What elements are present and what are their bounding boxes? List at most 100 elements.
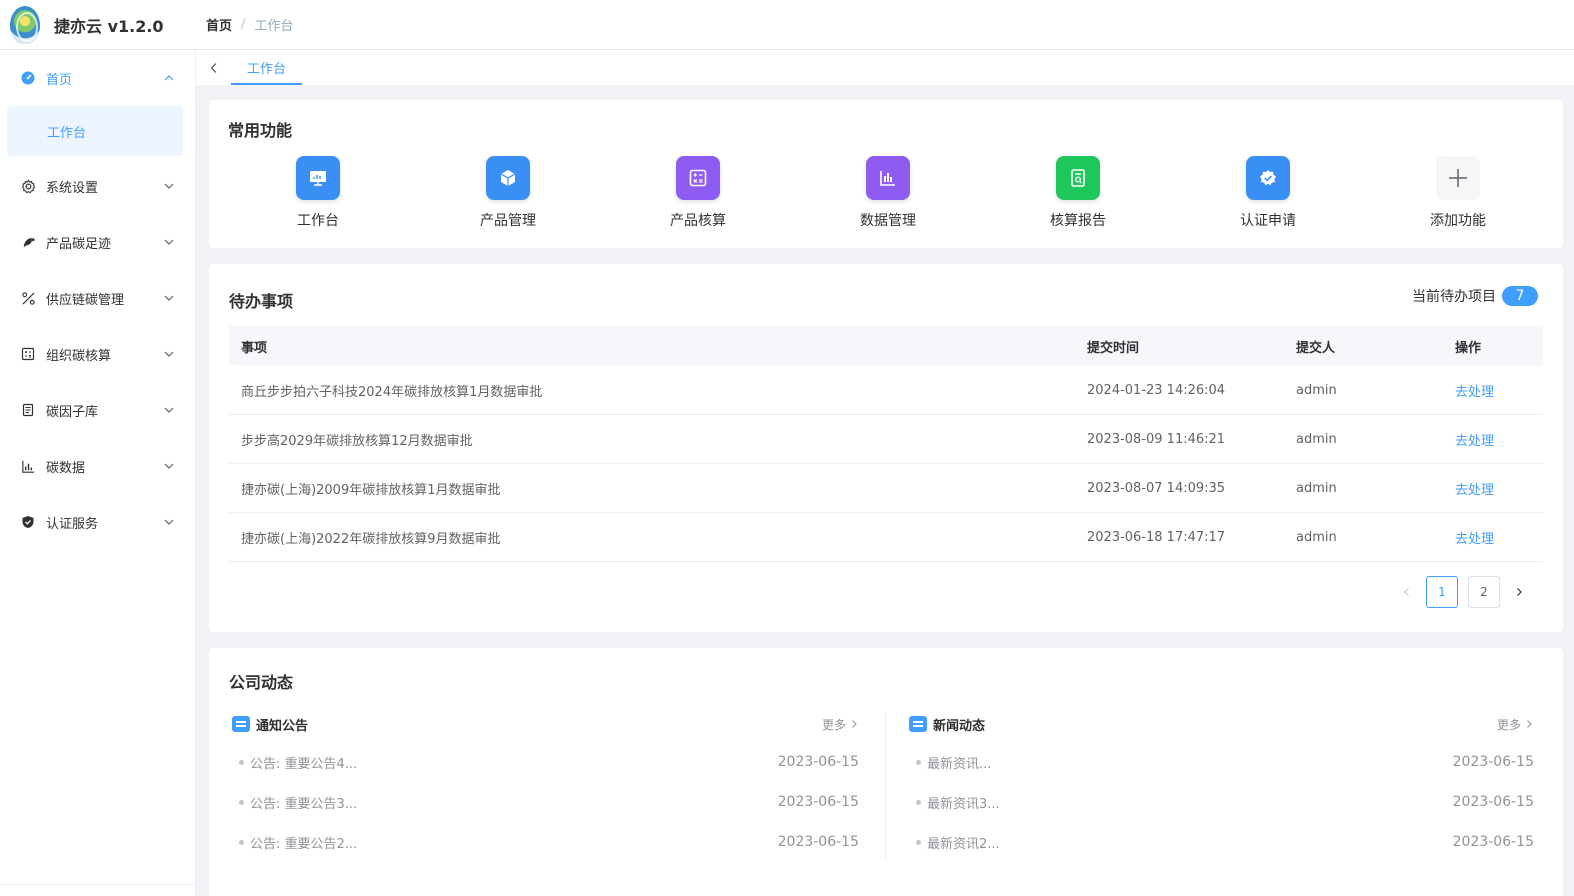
notices-title: 通知公告 (256, 718, 309, 734)
monitor-icon (296, 156, 340, 200)
notices-more-link[interactable]: 更多 (822, 716, 859, 733)
function-product-accounting[interactable]: 产品核算 (603, 156, 793, 236)
update-date: 2023-06-15 (1452, 794, 1534, 810)
pagination: 1 2 (1393, 576, 1533, 608)
list-item[interactable]: 公告: 重要公告2... 2023-06-15 (229, 822, 859, 862)
sidebar-item-factor-library[interactable]: 碳因子库 (0, 382, 195, 438)
tab-workbench[interactable]: 工作台 (231, 52, 303, 85)
gear-icon (20, 178, 36, 194)
column-header-user: 提交人 (1296, 340, 1336, 356)
chart-icon (866, 156, 910, 200)
todo-title: 待办事项 (229, 292, 294, 311)
sidebar-item-label: 组织碳核算 (46, 348, 112, 364)
list-item[interactable]: 公告: 重要公告3... 2023-06-15 (229, 782, 859, 822)
chevron-left-icon (210, 62, 216, 73)
updates-panel: 新闻动态 更多 最新资讯... 2023-06-15 最新资讯3... 2023… (906, 712, 1534, 862)
notices-list: 公告: 重要公告4... 2023-06-15 公告: 重要公告3... 202… (229, 742, 859, 862)
process-link[interactable]: 去处理 (1455, 385, 1494, 400)
todo-item-user: admin (1296, 382, 1337, 398)
todo-table: 事项 提交时间 提交人 操作 商丘步步拍六子科技2024年碳排放核算1月数据审批… (229, 326, 1543, 562)
list-item[interactable]: 最新资讯2... 2023-06-15 (906, 822, 1534, 862)
function-product-management[interactable]: 产品管理 (413, 156, 603, 236)
tab-scroll-left-button[interactable] (196, 50, 231, 85)
chevron-down-icon (163, 348, 175, 360)
page-2-button[interactable]: 2 (1468, 576, 1500, 608)
chevron-down-icon (163, 404, 175, 416)
list-item[interactable]: 公告: 重要公告4... 2023-06-15 (229, 742, 859, 782)
report-icon (1056, 156, 1100, 200)
update-text: 最新资讯3... (927, 796, 1000, 812)
process-link[interactable]: 去处理 (1455, 434, 1494, 449)
process-link[interactable]: 去处理 (1455, 483, 1494, 498)
notice-date: 2023-06-15 (777, 754, 859, 770)
news-icon (909, 716, 927, 732)
bullet-dot (916, 839, 921, 845)
list-item[interactable]: 最新资讯... 2023-06-15 (906, 742, 1534, 782)
function-workbench[interactable]: 工作台 (223, 156, 413, 236)
update-text: 最新资讯2... (927, 836, 1000, 852)
calculator-icon (20, 346, 36, 362)
sidebar-item-home[interactable]: 首页 (0, 50, 195, 106)
more-label: 更多 (821, 717, 846, 732)
function-label: 产品管理 (480, 213, 536, 229)
sidebar-item-label: 碳因子库 (46, 404, 99, 420)
sidebar-subitem-workbench[interactable]: 工作台 (7, 106, 183, 156)
bullet-dot (239, 759, 244, 765)
todo-item-user: admin (1296, 431, 1337, 447)
next-page-button[interactable] (1505, 576, 1533, 608)
todo-card: 待办事项 当前待办项目 7 事项 提交时间 提交人 操作 商丘步步拍六子科技20… (209, 264, 1563, 632)
update-date: 2023-06-15 (1452, 834, 1534, 850)
table-row: 捷亦碳(上海)2022年碳排放核算9月数据审批 2023-06-18 17:47… (229, 513, 1543, 562)
more-label: 更多 (1496, 717, 1521, 732)
bullet-dot (239, 799, 244, 805)
sidebar-item-org-accounting[interactable]: 组织碳核算 (0, 326, 195, 382)
sidebar-item-carbon-data[interactable]: 碳数据 (0, 438, 195, 494)
sidebar-item-label: 认证服务 (46, 516, 99, 532)
sidebar-item-supply-chain[interactable]: 供应链碳管理 (0, 270, 195, 326)
notice-text: 公告: 重要公告3... (250, 796, 358, 812)
function-list: 工作台 产品管理 产品核算 数据管理 核算报告 认证申请 添加功能 (223, 156, 1553, 236)
function-add[interactable]: 添加功能 (1363, 156, 1553, 236)
todo-item-time: 2024-01-23 14:26:04 (1087, 382, 1226, 398)
updates-list: 最新资讯... 2023-06-15 最新资讯3... 2023-06-15 最… (906, 742, 1534, 862)
sidebar: 首页 工作台 系统设置 产品碳足迹 供应链碳管理 组织碳核算 碳因子库 碳数据 … (0, 50, 196, 896)
notice-date: 2023-06-15 (777, 834, 859, 850)
footprint-icon (20, 234, 36, 250)
shield-icon (20, 514, 36, 530)
todo-item-time: 2023-06-18 17:47:17 (1087, 529, 1226, 545)
sidebar-item-certification[interactable]: 认证服务 (0, 494, 195, 550)
supply-chain-icon (20, 290, 36, 306)
todo-item-text: 步步高2029年碳排放核算12月数据审批 (241, 433, 473, 449)
function-accounting-report[interactable]: 核算报告 (983, 156, 1173, 236)
sidebar-item-system-settings[interactable]: 系统设置 (0, 158, 195, 214)
list-icon (20, 402, 36, 418)
bullet-dot (916, 799, 921, 805)
update-date: 2023-06-15 (1452, 754, 1534, 770)
notice-icon (232, 716, 250, 732)
todo-item-user: admin (1296, 529, 1337, 545)
function-data-management[interactable]: 数据管理 (793, 156, 983, 236)
todo-item-text: 捷亦碳(上海)2022年碳排放核算9月数据审批 (241, 531, 501, 547)
sidebar-item-product-footprint[interactable]: 产品碳足迹 (0, 214, 195, 270)
prev-page-button[interactable] (1393, 576, 1421, 608)
notices-panel: 通知公告 更多 公告: 重要公告4... 2023-06-15 公告: 重要公告… (229, 712, 859, 862)
list-item[interactable]: 最新资讯3... 2023-06-15 (906, 782, 1534, 822)
todo-item-text: 商丘步步拍六子科技2024年碳排放核算1月数据审批 (241, 384, 543, 400)
panel-divider (885, 712, 886, 860)
notice-date: 2023-06-15 (777, 794, 859, 810)
updates-more-link[interactable]: 更多 (1497, 716, 1534, 733)
table-row: 步步高2029年碳排放核算12月数据审批 2023-08-09 11:46:21… (229, 415, 1543, 464)
column-header-action: 操作 (1455, 340, 1482, 356)
process-link[interactable]: 去处理 (1455, 532, 1494, 547)
breadcrumb: 首页 / 工作台 (206, 15, 293, 34)
function-label: 数据管理 (860, 213, 916, 229)
notice-text: 公告: 重要公告4... (250, 756, 358, 772)
app-title: 捷亦云 v1.2.0 (54, 16, 164, 36)
breadcrumb-home[interactable]: 首页 (206, 15, 232, 34)
page-1-button[interactable]: 1 (1426, 576, 1458, 608)
table-row: 商丘步步拍六子科技2024年碳排放核算1月数据审批 2024-01-23 14:… (229, 366, 1543, 415)
function-label: 工作台 (297, 213, 339, 229)
notice-text: 公告: 重要公告2... (250, 836, 358, 852)
logo[interactable]: 捷亦云 v1.2.0 (0, 0, 196, 50)
function-certification-apply[interactable]: 认证申请 (1173, 156, 1363, 236)
